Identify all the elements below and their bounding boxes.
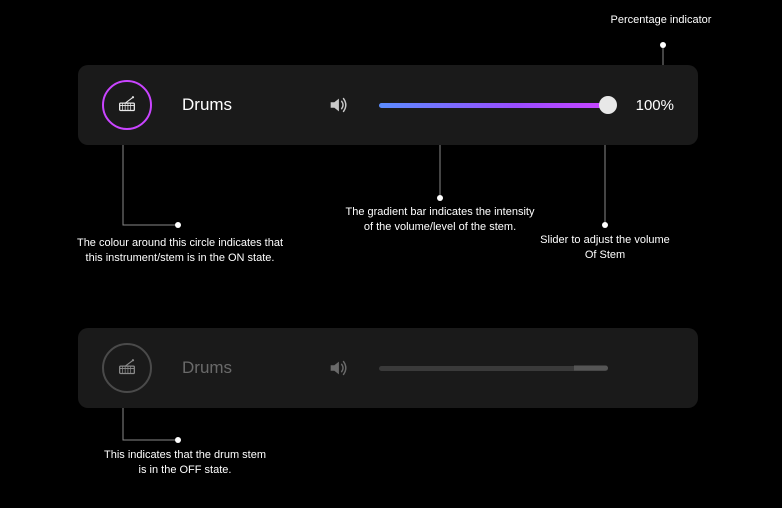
instrument-toggle[interactable] (102, 343, 152, 393)
speaker-icon[interactable] (327, 357, 349, 379)
annotation-percentage-indicator: Percentage indicator (576, 13, 746, 28)
stem-label: Drums (182, 95, 272, 115)
annotation-on-state: The colour around this circle indicates … (50, 236, 310, 267)
stem-card-off: Drums (78, 328, 698, 408)
annotation-dot (437, 195, 443, 201)
annotation-dot (175, 222, 181, 228)
volume-percent: 100% (630, 97, 674, 114)
annotation-slider-adjust: Slider to adjust the volumeOf Stem (530, 233, 680, 264)
annotation-dot (660, 42, 666, 48)
slider-thumb[interactable] (599, 96, 617, 114)
annotation-dot (175, 437, 181, 443)
drum-icon (116, 94, 138, 116)
stem-label: Drums (182, 358, 272, 378)
annotation-dot (602, 222, 608, 228)
instrument-toggle[interactable] (102, 80, 152, 130)
annotation-off-state: This indicates that the drum stemis in t… (85, 448, 285, 479)
speaker-icon[interactable] (327, 94, 349, 116)
annotation-gradient-bar: The gradient bar indicates the intensity… (335, 205, 545, 236)
drum-icon (116, 357, 138, 379)
stem-card-on: Drums 100% (78, 65, 698, 145)
volume-slider[interactable] (379, 361, 608, 375)
volume-slider[interactable] (379, 98, 608, 112)
slider-track (379, 103, 608, 108)
slider-track (379, 366, 608, 371)
